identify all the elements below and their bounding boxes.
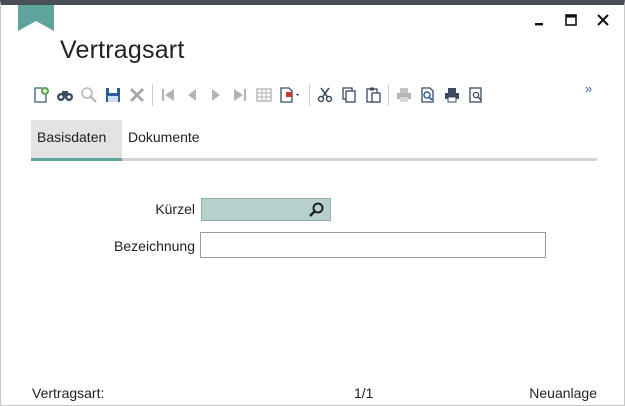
report-preview-icon[interactable] bbox=[464, 83, 488, 107]
kurzel-input[interactable] bbox=[202, 199, 310, 220]
close-icon[interactable] bbox=[596, 13, 610, 27]
save-icon[interactable] bbox=[101, 83, 125, 107]
window: Vertragsart » Basisdaten Dokumente Kürze… bbox=[0, 0, 625, 406]
delete-icon[interactable] bbox=[125, 83, 149, 107]
document-dropdown-icon[interactable] bbox=[276, 83, 306, 107]
last-record-icon[interactable] bbox=[228, 83, 252, 107]
print-icon[interactable] bbox=[392, 83, 416, 107]
kurzel-field[interactable] bbox=[201, 198, 331, 221]
print-preview-icon[interactable] bbox=[416, 83, 440, 107]
table-view-icon[interactable] bbox=[252, 83, 276, 107]
maximize-icon[interactable] bbox=[564, 13, 578, 27]
window-title: Vertragsart bbox=[60, 36, 185, 64]
toolbar-separator bbox=[309, 84, 310, 106]
paste-icon[interactable] bbox=[361, 83, 385, 107]
new-record-icon[interactable] bbox=[29, 83, 53, 107]
previous-record-icon[interactable] bbox=[180, 83, 204, 107]
bookmark-icon[interactable] bbox=[18, 5, 54, 31]
toolbar bbox=[29, 83, 488, 107]
bezeichnung-field[interactable] bbox=[200, 232, 546, 258]
toolbar-separator bbox=[388, 84, 389, 106]
toolbar-more-icon[interactable]: » bbox=[585, 81, 592, 96]
status-mode: Neuanlage bbox=[529, 385, 597, 401]
binoculars-search-icon[interactable] bbox=[53, 83, 77, 107]
next-record-icon[interactable] bbox=[204, 83, 228, 107]
minimize-icon[interactable] bbox=[532, 13, 546, 27]
cut-icon[interactable] bbox=[313, 83, 337, 107]
kurzel-label: Kürzel bbox=[155, 201, 195, 217]
copy-icon[interactable] bbox=[337, 83, 361, 107]
search-icon[interactable] bbox=[308, 201, 326, 219]
magnifier-icon[interactable] bbox=[77, 83, 101, 107]
toolbar-separator bbox=[152, 84, 153, 106]
bezeichnung-input[interactable] bbox=[201, 233, 545, 257]
first-record-icon[interactable] bbox=[156, 83, 180, 107]
tab-dokumente[interactable]: Dokumente bbox=[122, 120, 206, 158]
print-setup-icon[interactable] bbox=[440, 83, 464, 107]
tab-basisdaten[interactable]: Basisdaten bbox=[31, 120, 122, 161]
bezeichnung-label: Bezeichnung bbox=[114, 238, 195, 254]
status-record-count: 1/1 bbox=[354, 385, 374, 401]
window-controls bbox=[532, 13, 610, 27]
tab-bar: Basisdaten Dokumente bbox=[31, 120, 597, 161]
status-record-type: Vertragsart: bbox=[32, 385, 105, 401]
